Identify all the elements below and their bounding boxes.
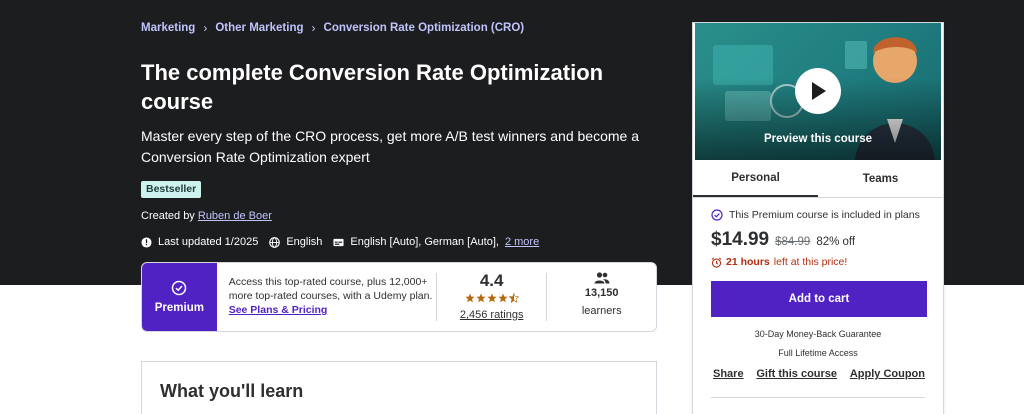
learners-count: 13,150 <box>584 287 619 299</box>
more-languages-link[interactable]: 2 more <box>505 236 539 248</box>
breadcrumb: Marketing › Other Marketing › Conversion… <box>141 21 524 35</box>
breadcrumb-other-marketing[interactable]: Other Marketing <box>215 22 303 34</box>
course-title: The complete Conversion Rate Optimizatio… <box>141 60 604 114</box>
what-you-learn-box: What you'll learn <box>141 361 657 414</box>
course-subtitle: Master every step of the CRO process, ge… <box>141 128 640 165</box>
users-icon <box>594 272 610 284</box>
course-preview[interactable]: Preview this course <box>695 23 941 160</box>
learners-block: 13,150 learners <box>547 263 656 331</box>
add-to-cart-button[interactable]: Add to cart <box>711 281 927 317</box>
premium-card: Premium Access this top-rated course, pl… <box>141 262 657 332</box>
ratings-count-link[interactable]: 2,456 ratings <box>460 309 524 321</box>
rating-block: 4.4 2,456 ratings <box>437 263 547 331</box>
course-language: English <box>286 236 323 248</box>
created-by-label: Created by <box>141 210 195 222</box>
tab-teams[interactable]: Teams <box>818 160 943 197</box>
last-updated: Last updated 1/2025 <box>158 236 259 248</box>
purchase-tabs: Personal Teams <box>693 160 943 198</box>
share-button[interactable]: Share <box>713 368 744 380</box>
current-price: $14.99 <box>711 229 770 250</box>
tab-personal[interactable]: Personal <box>693 160 818 197</box>
divider <box>711 397 925 398</box>
price-timer: 21 hours left at this price! <box>711 256 847 268</box>
breadcrumb-marketing[interactable]: Marketing <box>141 22 195 34</box>
premium-description: Access this top-rated course, plus 12,00… <box>217 263 436 331</box>
bestseller-badge: Bestseller <box>141 181 202 198</box>
star-icon <box>465 293 475 303</box>
rating-value: 4.4 <box>479 271 504 290</box>
original-price: $84.99 <box>775 236 811 248</box>
sidebar-links: Share Gift this course Apply Coupon <box>713 368 925 380</box>
apply-coupon-button[interactable]: Apply Coupon <box>850 368 925 380</box>
lifetime-access: Full Lifetime Access <box>778 348 858 358</box>
premium-text: Access this top-rated course, plus 12,00… <box>228 276 433 302</box>
course-meta: Last updated 1/2025 English English [Aut… <box>141 236 543 248</box>
play-icon <box>812 82 826 100</box>
timer-text: left at this price! <box>773 256 848 268</box>
instructor-link[interactable]: Ruben de Boer <box>198 210 272 222</box>
play-button[interactable] <box>795 68 841 114</box>
plans-text: This Premium course is included in plans <box>729 209 920 221</box>
purchase-sidebar: Preview this course Personal Teams This … <box>692 22 944 414</box>
check-circle-icon <box>711 209 723 221</box>
see-plans-link[interactable]: See Plans & Pricing <box>229 304 328 316</box>
course-page: Marketing › Other Marketing › Conversion… <box>0 0 1024 414</box>
premium-label: Premium <box>154 302 204 314</box>
price-row: $14.99 $84.99 82% off <box>711 229 855 251</box>
star-icon <box>476 293 486 303</box>
preview-label: Preview this course <box>763 133 873 145</box>
alert-icon <box>141 236 152 248</box>
star-icon <box>487 293 497 303</box>
plans-notice: This Premium course is included in plans <box>711 209 920 221</box>
caption-languages: English [Auto], German [Auto], <box>350 236 499 248</box>
premium-icon <box>172 280 187 296</box>
breadcrumb-cro[interactable]: Conversion Rate Optimization (CRO) <box>324 22 525 34</box>
discount-percent: 82% off <box>816 236 856 248</box>
timer-hours: 21 hours <box>726 256 770 268</box>
globe-icon <box>269 236 281 248</box>
gift-course-button[interactable]: Gift this course <box>756 368 837 380</box>
star-icon <box>498 293 508 303</box>
alarm-icon <box>711 256 722 268</box>
star-half-icon <box>508 293 519 303</box>
what-you-learn-heading: What you'll learn <box>160 381 304 401</box>
star-rating <box>465 293 519 303</box>
chevron-right-icon: › <box>203 21 208 35</box>
money-back-guarantee: 30-Day Money-Back Guarantee <box>754 329 882 339</box>
captions-icon <box>333 238 344 246</box>
premium-tag: Premium <box>142 263 217 331</box>
chevron-right-icon: › <box>311 21 316 35</box>
learners-label: learners <box>581 305 622 317</box>
created-by: Created by Ruben de Boer <box>141 210 272 222</box>
